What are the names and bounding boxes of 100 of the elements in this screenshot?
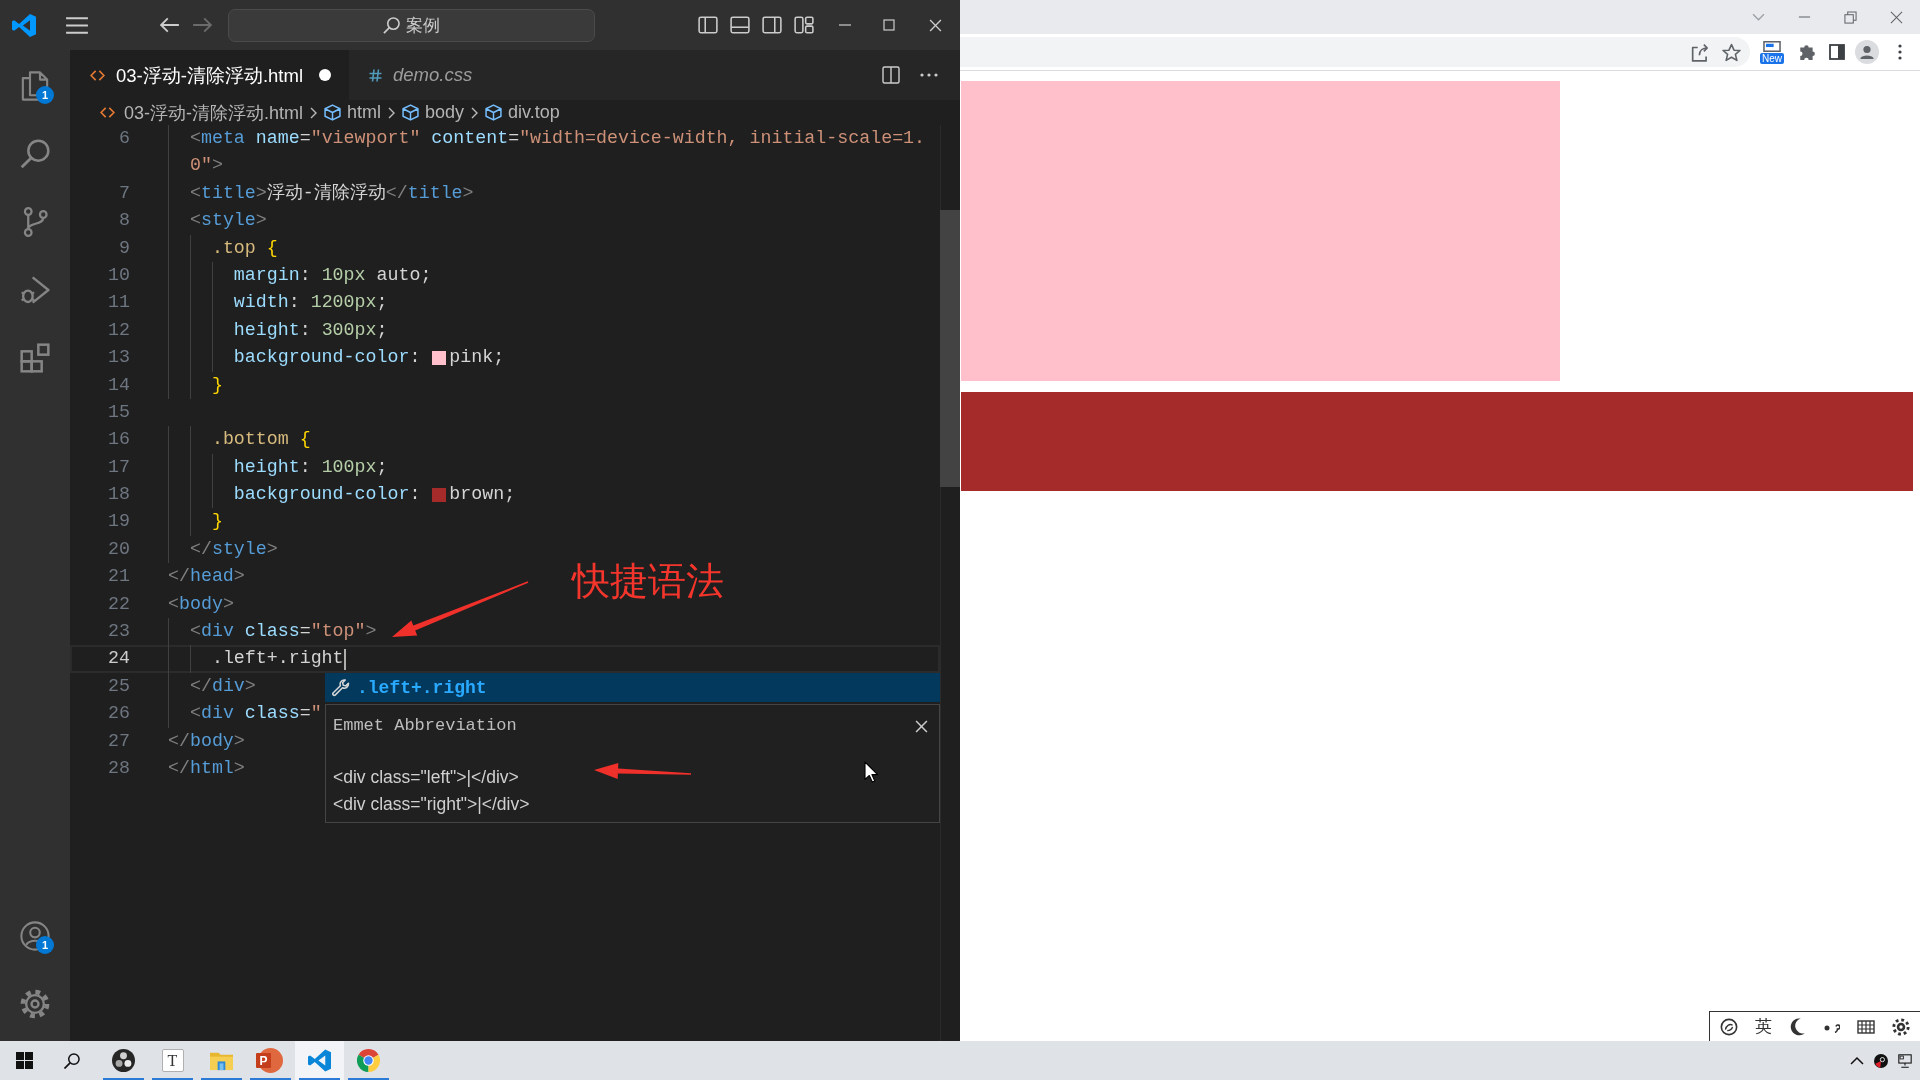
customize-layout-icon[interactable] (794, 16, 814, 34)
wrench-icon (332, 678, 350, 697)
search-icon[interactable] (64, 1052, 80, 1069)
chevron-right-icon (310, 106, 317, 119)
input-mode-label[interactable]: 英 (1755, 1015, 1772, 1038)
line-number: 24 (107, 647, 130, 671)
code-brackets-icon (100, 107, 115, 118)
chevron-right-icon (471, 106, 479, 119)
code-preview-line: <div class="left">|</div> (333, 766, 519, 789)
split-editor-icon[interactable] (882, 66, 900, 84)
screen-icon (1763, 40, 1781, 52)
code-text: <meta name="viewport" content="width=device-width, initial-scale=1. (189, 127, 926, 150)
text-cursor (343, 648, 346, 670)
code-text: </div> (189, 674, 256, 698)
moon-icon[interactable] (1789, 1017, 1807, 1036)
breadcrumb-item[interactable]: body (402, 102, 465, 123)
search-icon (383, 16, 400, 34)
side-panel-icon[interactable] (1829, 43, 1845, 61)
settings-icon[interactable] (1892, 1017, 1910, 1036)
unsaved-dot-icon[interactable] (319, 69, 331, 81)
round-app-icon[interactable] (1874, 1053, 1888, 1068)
scrollbar-thumb[interactable] (940, 210, 960, 487)
line-number: 13 (107, 346, 130, 370)
address-field[interactable] (960, 37, 1750, 67)
breadcrumb-item[interactable]: 03-浮动-清除浮动.html (100, 100, 303, 125)
taskbar-app-button[interactable]: P (246, 1041, 295, 1080)
files-icon[interactable] (20, 71, 50, 101)
more-actions-icon[interactable] (920, 73, 938, 77)
code-preview-line: <div class="right">|</div> (333, 793, 530, 816)
line-number: 18 (107, 483, 130, 507)
keyboard-icon[interactable] (1857, 1017, 1875, 1036)
play-bug-icon[interactable] (20, 275, 50, 305)
cube-icon (324, 104, 341, 121)
star-icon[interactable] (1722, 42, 1741, 62)
code-text: .left+.right (211, 647, 344, 671)
annotation-text: 快捷语法 (572, 559, 724, 603)
line-number: 12 (107, 318, 130, 342)
kebab-menu-icon[interactable] (1898, 44, 1902, 60)
line-number: 25 (107, 674, 130, 698)
puzzle-icon[interactable] (1799, 43, 1815, 61)
letter-app-icon: T (161, 1049, 184, 1072)
code-text: height: 100px; (233, 455, 388, 479)
line-number: 23 (107, 620, 130, 644)
breadcrumb-item[interactable]: div.top (485, 102, 560, 123)
color-wheel-icon (357, 1049, 380, 1072)
menu-icon[interactable] (66, 16, 88, 34)
color-swatch-icon[interactable] (432, 350, 447, 365)
code-text: background-color: (233, 346, 422, 370)
code-text: margin: 10px auto; (233, 263, 432, 287)
right-sidebar-layout-icon[interactable] (762, 16, 782, 34)
line-number: 20 (107, 537, 130, 561)
sidebar-layout-icon[interactable] (698, 16, 718, 34)
taskbar-app-button[interactable]: T (148, 1041, 197, 1080)
code-text: <style> (189, 209, 267, 233)
line-number: 27 (107, 729, 130, 753)
code-text: } (211, 510, 223, 534)
mouse-pointer-icon (864, 761, 879, 783)
code-text: </style> (189, 537, 278, 561)
line-number: 26 (107, 702, 130, 726)
code-text: } (211, 373, 223, 397)
line-number: 10 (107, 263, 130, 287)
start-menu-icon[interactable] (15, 1052, 33, 1069)
maximize-icon[interactable] (883, 19, 895, 31)
cube-icon (402, 104, 420, 121)
code-text: <div class=" (189, 702, 322, 726)
line-number: 9 (118, 236, 130, 260)
code-text: pink; (449, 346, 505, 370)
panel-layout-icon[interactable] (730, 16, 750, 34)
color-swatch-icon[interactable] (432, 487, 447, 502)
code-text: 0"> (189, 154, 223, 178)
blocks-icon[interactable] (20, 343, 50, 373)
restore-icon[interactable] (1844, 10, 1857, 24)
share-icon[interactable] (1691, 42, 1710, 62)
line-number: 16 (107, 428, 130, 452)
code-text: </head> (168, 565, 245, 589)
forward-arrow-icon[interactable] (192, 17, 212, 33)
code-text: .top { (211, 236, 278, 260)
breadcrumb-item[interactable]: html (324, 102, 382, 123)
extension-button[interactable]: New (1759, 40, 1785, 64)
editor-tab[interactable]: demo.css (349, 50, 513, 100)
line-number: 15 (107, 400, 130, 424)
back-arrow-icon[interactable] (160, 17, 180, 33)
suggestion-item[interactable]: .left+.right (325, 673, 940, 702)
close-icon[interactable] (1890, 10, 1903, 24)
account-icon[interactable] (20, 921, 50, 951)
line-number: 6 (118, 127, 130, 150)
code-text: <body> (168, 592, 234, 616)
code-text: <div class="top"> (189, 620, 377, 644)
editor-tab[interactable]: 03-浮动-清除浮动.html (70, 50, 349, 100)
line-number: 14 (107, 373, 130, 397)
monitor-icon[interactable] (1898, 1053, 1912, 1068)
command-search-field[interactable]: 案例 (228, 8, 595, 42)
chevron-right-icon (388, 106, 396, 119)
profile-avatar-icon[interactable] (1855, 40, 1879, 64)
hash-icon (369, 68, 382, 82)
swirl-logo-icon[interactable] (1720, 1017, 1738, 1036)
app-logo-icon (12, 13, 36, 37)
code-text: </html> (168, 757, 245, 780)
details-title: Emmet Abbreviation (333, 715, 517, 737)
line-number: 11 (107, 291, 130, 315)
